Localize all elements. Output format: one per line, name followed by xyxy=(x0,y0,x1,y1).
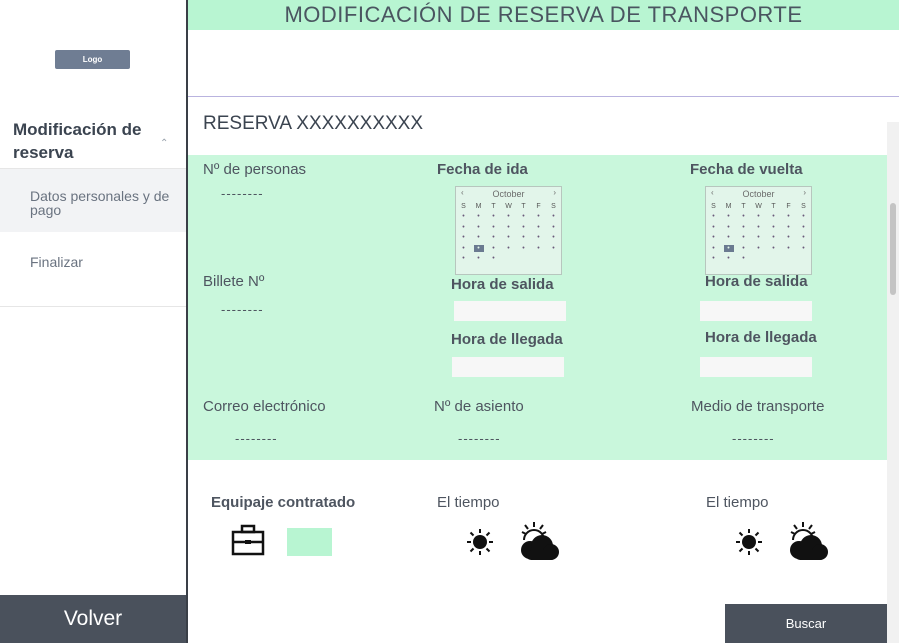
scrollbar-thumb[interactable] xyxy=(890,203,896,295)
search-button[interactable]: Buscar xyxy=(725,604,887,643)
calendar-month: October xyxy=(742,189,775,199)
seat-value: -------- xyxy=(458,431,501,446)
header-divider xyxy=(188,96,899,97)
logo: Logo xyxy=(55,50,130,69)
next-month-icon[interactable]: › xyxy=(803,188,806,197)
outbound-arrival-input[interactable] xyxy=(452,357,564,377)
calendar-week[interactable]: • • • xyxy=(456,254,561,265)
email-label: Correo electrónico xyxy=(203,398,326,415)
ticket-label: Billete Nº xyxy=(203,273,265,290)
sidebar: Logo Modificación de reserva ⌃ Datos per… xyxy=(0,0,186,643)
weekday: T xyxy=(521,202,526,210)
return-calendar[interactable]: ‹ October › S M T W T F S • • • • • • • • • • • • •… xyxy=(705,186,812,275)
weekday: S xyxy=(551,202,556,210)
sun-icon xyxy=(735,528,763,556)
weekday: S xyxy=(711,202,716,210)
ticket-value: -------- xyxy=(221,302,264,317)
weekday: T xyxy=(741,202,746,210)
weather-label-outbound: El tiempo xyxy=(437,494,500,511)
reservation-title: RESERVA XXXXXXXXXX xyxy=(203,113,424,134)
weather-label-return: El tiempo xyxy=(706,494,769,511)
partly-cloudy-icon xyxy=(516,520,560,562)
persons-label: Nº de personas xyxy=(203,161,307,178)
partly-cloudy-icon xyxy=(785,520,829,562)
return-date-label: Fecha de vuelta xyxy=(690,161,803,178)
email-value: -------- xyxy=(235,431,278,446)
sidebar-item-datos-personales[interactable]: Datos personales y de pago xyxy=(0,169,186,232)
weekday: W xyxy=(505,202,512,210)
weekday: T xyxy=(771,202,776,210)
calendar-month: October xyxy=(492,189,525,199)
calendar-week[interactable]: • • • • • • • xyxy=(706,212,811,223)
calendar-week[interactable]: • • • • • • • xyxy=(706,233,811,244)
calendar-week[interactable]: • • • • • • • xyxy=(456,233,561,244)
outbound-arrival-label: Hora de llegada xyxy=(451,331,563,348)
return-arrival-label: Hora de llegada xyxy=(705,329,817,346)
divider xyxy=(0,306,186,307)
return-arrival-input[interactable] xyxy=(700,357,812,377)
calendar-week[interactable]: • • • • • • • xyxy=(456,222,561,233)
return-departure-label: Hora de salida xyxy=(705,273,808,290)
luggage-toggle[interactable] xyxy=(287,528,332,556)
calendar-week[interactable]: • • • • • • • xyxy=(456,212,561,223)
seat-label: Nº de asiento xyxy=(434,398,524,415)
transport-value: -------- xyxy=(732,431,775,446)
weekday: W xyxy=(755,202,762,210)
next-month-icon[interactable]: › xyxy=(553,188,556,197)
persons-value: -------- xyxy=(221,186,264,201)
calendar-week[interactable]: • • • • • • • xyxy=(706,243,811,254)
sidebar-item-label: Datos personales y de pago xyxy=(30,188,170,218)
calendar-week[interactable]: • • • xyxy=(706,254,811,265)
briefcase-icon xyxy=(231,524,265,556)
weekday: M xyxy=(725,202,732,210)
calendar-week[interactable]: • • • • • • • xyxy=(456,243,561,254)
page-title: MODIFICACIÓN DE RESERVA DE TRANSPORTE xyxy=(284,2,803,27)
sun-icon xyxy=(466,528,494,556)
sidebar-item-finalizar[interactable]: Finalizar xyxy=(30,254,83,270)
transport-label: Medio de transporte xyxy=(691,398,825,415)
chevron-up-icon[interactable]: ⌃ xyxy=(160,138,168,149)
outbound-date-label: Fecha de ida xyxy=(437,161,528,178)
weekday: S xyxy=(461,202,466,210)
calendar-week[interactable]: • • • • • • • xyxy=(706,222,811,233)
outbound-departure-label: Hora de salida xyxy=(451,276,554,293)
weekday: F xyxy=(536,202,541,210)
weekday: F xyxy=(786,202,791,210)
weekday: T xyxy=(491,202,496,210)
scrollbar-track[interactable] xyxy=(887,122,899,643)
outbound-calendar[interactable]: ‹ October › S M T W T F S • • • • • • • • • • • • •… xyxy=(455,186,562,275)
weekday: M xyxy=(475,202,482,210)
weekday: S xyxy=(801,202,806,210)
back-button[interactable]: Volver xyxy=(0,595,186,643)
return-departure-input[interactable] xyxy=(700,301,812,321)
luggage-label: Equipaje contratado xyxy=(211,494,356,511)
outbound-departure-input[interactable] xyxy=(454,301,566,321)
menu-title[interactable]: Modificación de reserva xyxy=(13,118,163,164)
